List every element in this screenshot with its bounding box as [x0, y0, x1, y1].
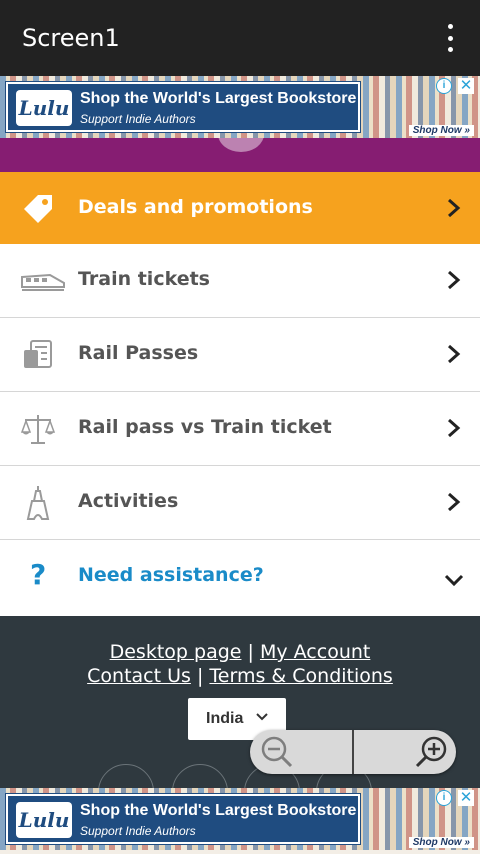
tag-icon: [18, 190, 58, 228]
desktop-page-link[interactable]: Desktop page: [110, 641, 242, 663]
menu-item-activities[interactable]: Activities: [0, 466, 480, 540]
chevron-down-icon: [444, 574, 464, 587]
scale-icon: [18, 410, 58, 448]
train-icon: [20, 262, 66, 300]
chevron-right-icon: [448, 198, 461, 218]
ad-subline: Support Indie Authors: [80, 112, 196, 126]
ad-headline: Shop the World's Largest Bookstore: [80, 90, 357, 107]
ad-shop-now[interactable]: Shop Now »: [408, 837, 474, 848]
menu-item-label: Rail Passes: [78, 342, 199, 364]
banner-ad-bottom[interactable]: Lulu Shop the World's Largest Bookstore …: [0, 788, 480, 854]
app-title: Screen1: [22, 24, 120, 52]
chevron-right-icon: [448, 270, 461, 290]
ad-logo: Lulu: [16, 802, 72, 838]
footer-links: Desktop page | My Account Contact Us | T…: [0, 640, 480, 688]
chevron-right-icon: [448, 344, 461, 364]
ad-headline: Shop the World's Largest Bookstore: [80, 802, 357, 819]
chevron-down-icon: [256, 713, 268, 721]
zoom-out-icon[interactable]: [260, 735, 294, 769]
contact-us-link[interactable]: Contact Us: [87, 665, 191, 687]
ad-subline: Support Indie Authors: [80, 824, 196, 838]
question-icon: ?: [30, 558, 47, 591]
menu-item-deals[interactable]: Deals and promotions: [0, 172, 480, 244]
ad-info-icon[interactable]: i: [436, 78, 452, 94]
overflow-menu-icon[interactable]: [438, 24, 462, 52]
zoom-in-icon[interactable]: [414, 735, 448, 769]
menu-item-label: Train tickets: [78, 268, 210, 290]
app-bar: Screen1: [0, 0, 480, 76]
zoom-divider: [352, 730, 354, 774]
ad-close-icon[interactable]: ✕: [458, 78, 474, 94]
ad-box: Lulu Shop the World's Largest Bookstore …: [6, 794, 360, 844]
menu-item-label: Need assistance?: [78, 564, 264, 586]
menu-item-train-tickets[interactable]: Train tickets: [0, 244, 480, 318]
menu-item-compare[interactable]: Rail pass vs Train ticket: [0, 392, 480, 466]
ad-box: Lulu Shop the World's Largest Bookstore …: [6, 82, 360, 132]
menu-item-label: Deals and promotions: [78, 196, 313, 218]
pass-card-icon: [18, 336, 58, 374]
banner-ad-top[interactable]: Lulu Shop the World's Largest Bookstore …: [0, 76, 480, 138]
ad-close-icon[interactable]: ✕: [458, 790, 474, 806]
menu-item-help[interactable]: ? Need assistance?: [0, 540, 480, 614]
ad-info-icon[interactable]: i: [436, 790, 452, 806]
link-separator: |: [247, 641, 254, 663]
ad-shop-now[interactable]: Shop Now »: [408, 125, 474, 136]
menu-item-label: Rail pass vs Train ticket: [78, 416, 332, 438]
header-decoration: [218, 138, 264, 152]
menu-item-rail-passes[interactable]: Rail Passes: [0, 318, 480, 392]
header-band: [0, 138, 480, 172]
ad-logo: Lulu: [16, 90, 72, 126]
menu-item-label: Activities: [78, 490, 179, 512]
eiffel-tower-icon: [18, 484, 58, 522]
menu-list: Deals and promotions Train tickets Rail …: [0, 172, 480, 614]
chevron-right-icon: [448, 418, 461, 438]
country-value: India: [206, 710, 244, 727]
terms-link[interactable]: Terms & Conditions: [209, 665, 392, 687]
link-separator: |: [196, 665, 204, 687]
zoom-control: [250, 730, 456, 774]
my-account-link[interactable]: My Account: [260, 641, 370, 663]
chevron-right-icon: [448, 492, 461, 512]
